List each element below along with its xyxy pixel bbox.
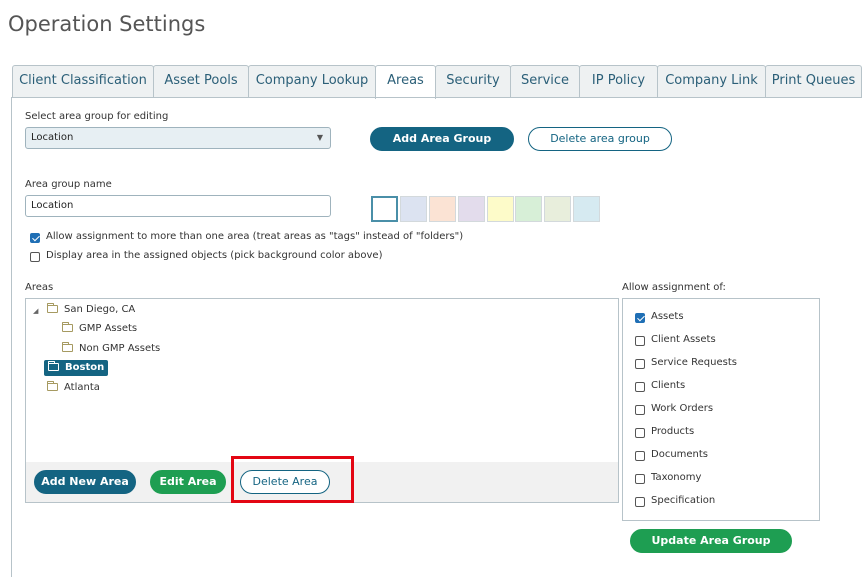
tab-asset-pools[interactable]: Asset Pools — [153, 65, 249, 97]
allow-multiple-areas-checkbox[interactable] — [30, 233, 40, 243]
add-area-group-button[interactable]: Add Area Group — [370, 127, 514, 151]
color-swatch[interactable] — [573, 196, 600, 222]
tree-node-label: Boston — [65, 362, 105, 373]
assign-assets-checkbox[interactable] — [635, 313, 645, 323]
tab-areas[interactable]: Areas — [375, 65, 436, 99]
highlight-box — [231, 456, 354, 503]
assign-documents-label: Documents — [651, 449, 709, 460]
allow-multiple-areas-label: Allow assignment to more than one area (… — [46, 231, 464, 242]
area-group-name-input[interactable]: Location — [25, 195, 331, 217]
tab-company-link[interactable]: Company Link — [657, 65, 766, 97]
folder-icon — [47, 381, 58, 391]
assign-client-assets-label: Client Assets — [651, 334, 716, 345]
tree-node-boston[interactable]: Boston — [44, 360, 109, 376]
edit-area-button[interactable]: Edit Area — [150, 470, 226, 494]
color-swatch[interactable] — [429, 196, 456, 222]
assign-assets-label: Assets — [651, 311, 684, 322]
tree-node-non-gmp-assets[interactable]: Non GMP Assets — [62, 341, 160, 357]
area-group-name-label: Area group name — [25, 179, 112, 190]
assign-specification-checkbox[interactable] — [635, 497, 645, 507]
tree-node-label: GMP Assets — [79, 323, 138, 334]
assign-taxonomy-checkbox[interactable] — [635, 474, 645, 484]
folder-icon — [47, 303, 58, 313]
tree-node-atlanta[interactable]: Atlanta — [47, 380, 100, 396]
assign-clients-label: Clients — [651, 380, 686, 391]
tab-company-lookup[interactable]: Company Lookup — [248, 65, 376, 97]
collapse-triangle-icon[interactable]: ◢ — [33, 307, 38, 315]
tab-security[interactable]: Security — [435, 65, 511, 97]
assign-taxonomy-label: Taxonomy — [651, 472, 702, 483]
assign-client-assets-checkbox[interactable] — [635, 336, 645, 346]
area-group-select-label: Select area group for editing — [25, 111, 169, 122]
assign-service-requests-label: Service Requests — [651, 357, 737, 368]
folder-icon — [62, 322, 73, 332]
assign-specification-label: Specification — [651, 495, 716, 506]
chevron-down-icon: ▼ — [316, 133, 323, 142]
folder-icon — [62, 342, 73, 352]
assign-documents-checkbox[interactable] — [635, 451, 645, 461]
tab-print-queues[interactable]: Print Queues — [765, 65, 862, 97]
color-swatch[interactable] — [371, 196, 398, 222]
assign-work-orders-checkbox[interactable] — [635, 405, 645, 415]
color-swatch[interactable] — [458, 196, 485, 222]
tree-node-label: Non GMP Assets — [79, 343, 161, 354]
folder-icon — [48, 361, 59, 371]
update-area-group-button[interactable]: Update Area Group — [630, 529, 792, 553]
tab-service[interactable]: Service — [510, 65, 580, 97]
settings-tabs: Client Classification Asset Pools Compan… — [12, 65, 862, 99]
add-new-area-button[interactable]: Add New Area — [34, 470, 136, 494]
delete-area-group-button[interactable]: Delete area group — [528, 127, 672, 151]
assign-products-checkbox[interactable] — [635, 428, 645, 438]
areas-label: Areas — [25, 282, 54, 293]
tree-node-label: Atlanta — [64, 382, 100, 393]
tab-ip-policy[interactable]: IP Policy — [579, 65, 658, 97]
tree-node-label: San Diego, CA — [64, 304, 136, 315]
assign-clients-checkbox[interactable] — [635, 382, 645, 392]
color-swatch[interactable] — [400, 196, 427, 222]
display-area-checkbox[interactable] — [30, 252, 40, 262]
allow-assignment-label: Allow assignment of: — [622, 282, 726, 293]
area-group-select-value: Location — [31, 132, 74, 143]
assign-service-requests-checkbox[interactable] — [635, 359, 645, 369]
color-swatch[interactable] — [515, 196, 542, 222]
allow-assignment-list: Assets Client Assets Service Requests Cl… — [622, 298, 820, 521]
color-swatch[interactable] — [487, 196, 514, 222]
assign-products-label: Products — [651, 426, 695, 437]
tree-node-gmp-assets[interactable]: GMP Assets — [62, 321, 137, 337]
area-group-select[interactable]: Location ▼ — [25, 127, 331, 149]
tree-node-san-diego[interactable]: San Diego, CA — [47, 302, 135, 318]
page-title: Operation Settings — [8, 12, 206, 36]
tab-client-classification[interactable]: Client Classification — [12, 65, 154, 97]
assign-work-orders-label: Work Orders — [651, 403, 714, 414]
display-area-label: Display area in the assigned objects (pi… — [46, 250, 383, 261]
color-swatch[interactable] — [544, 196, 571, 222]
